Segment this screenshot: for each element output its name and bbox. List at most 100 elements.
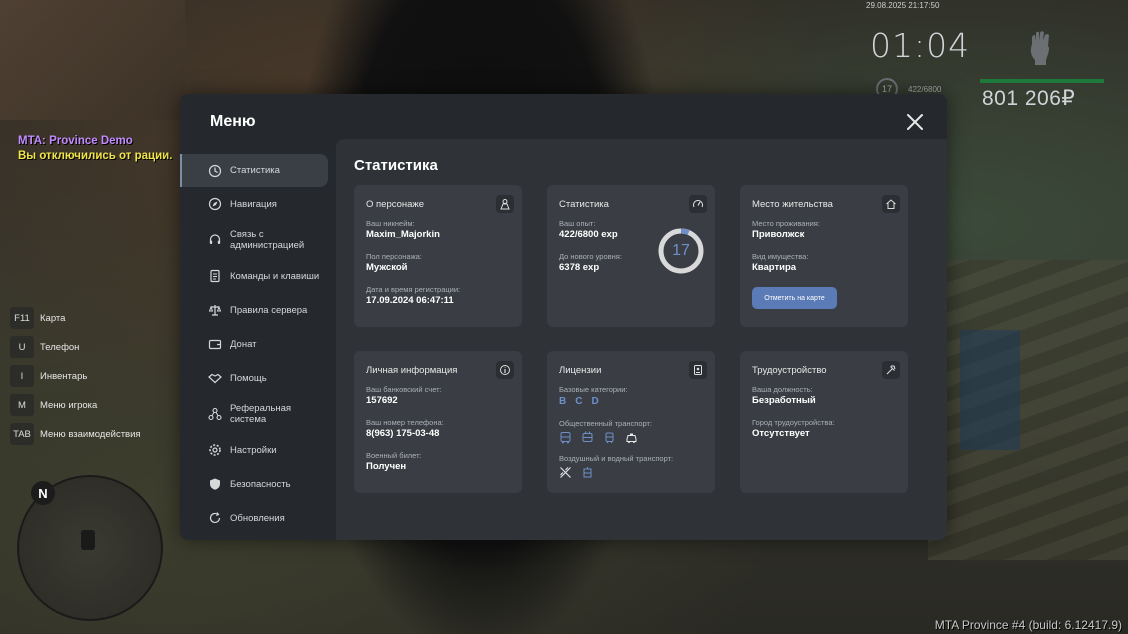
license-category: B (559, 396, 567, 407)
minimap-north-marker: N (31, 481, 55, 505)
scales-icon (208, 305, 222, 316)
house-icon (882, 195, 900, 213)
scene-stairs (928, 260, 1128, 560)
level-number: 17 (672, 242, 690, 259)
bus-icon (560, 432, 571, 444)
handshake-icon (208, 373, 222, 384)
gear-icon (209, 444, 221, 456)
sidebar-item-help[interactable]: Помощь (180, 361, 335, 395)
sidebar-item-label: Помощь (230, 372, 267, 384)
hud-datetime: 29.08.2025 21:17:50 (866, 1, 940, 10)
sidebar-item-label: Связь с администрацией (230, 229, 305, 251)
sidebar-item-updates[interactable]: Обновления (180, 501, 335, 535)
wallet-icon (208, 339, 222, 350)
license-category: D (591, 396, 599, 407)
field-label: Военный билет: (366, 451, 422, 460)
field-value: 157692 (366, 395, 398, 406)
statistics-panel: Статистика О персонаже Ваш никнейм: Maxi… (336, 139, 947, 540)
field-value: Отсутствует (752, 428, 810, 439)
sidebar-item-label: Донат (230, 338, 257, 350)
sidebar-item-rules[interactable]: Правила сервера (180, 293, 335, 327)
field-label: Общественный транспорт: (559, 419, 653, 428)
card-employment: Трудоустройство Ваша должность: Безработ… (740, 351, 908, 493)
license-categories: B C D (559, 396, 703, 407)
hammer-icon (882, 361, 900, 379)
mark-on-map-button[interactable]: Отметить на карте (752, 287, 837, 309)
hud-clock: 01:04 (870, 26, 971, 65)
sidebar-item-navigation[interactable]: Навигация (180, 187, 335, 221)
sidebar-item-referral[interactable]: Реферальная система (180, 395, 335, 433)
close-icon[interactable] (904, 111, 926, 133)
sidebar-item-label: Правила сервера (230, 304, 308, 316)
fist-icon (1030, 31, 1049, 65)
key-box: U (10, 336, 34, 358)
sidebar-item-donate[interactable]: Донат (180, 327, 335, 361)
refresh-icon (209, 512, 221, 524)
sidebar-item-label: Обновления (230, 512, 285, 524)
field-label: Город трудоустройства: (752, 418, 835, 427)
page-title: Статистика (354, 157, 438, 174)
player-menu-window: Меню Статистика Навигация Связь с админи… (180, 94, 947, 540)
card-personal-info: Личная информация Ваш банковский счет: 1… (354, 351, 522, 493)
chat-line: Вы отключились от рации. (18, 150, 173, 162)
sidebar-item-label: Команды и клавиши (230, 270, 320, 282)
card-title: О персонаже (366, 198, 425, 210)
keybind-row: F11 Карта (10, 307, 141, 329)
scene-blue-wall (960, 330, 1020, 450)
field-value: Получен (366, 461, 407, 472)
field-label: Ваш номер телефона: (366, 418, 444, 427)
sidebar-item-label: Статистика (230, 165, 280, 176)
sidebar-item-commands[interactable]: Команды и клавиши (180, 259, 335, 293)
keybind-row: M Меню игрока (10, 394, 141, 416)
keybind-row: I Инвентарь (10, 365, 141, 387)
card-residence: Место жительства Место проживания: Приво… (740, 185, 908, 327)
hud-health-bar (980, 79, 1104, 83)
sidebar-item-settings[interactable]: Настройки (180, 433, 335, 467)
menu-sidebar: Статистика Навигация Связь с администрац… (180, 154, 335, 535)
trolleybus-icon (582, 431, 593, 442)
key-label: Меню взаимодействия (40, 428, 141, 440)
key-box: F11 (10, 307, 34, 329)
sidebar-item-statistics[interactable]: Статистика (180, 154, 328, 187)
compass-icon (208, 197, 222, 211)
field-label: Ваша должность: (752, 385, 813, 394)
hud-exp: 422/6800 (908, 85, 942, 94)
keybind-list: F11 Карта U Телефон I Инвентарь M Меню и… (10, 307, 141, 452)
minimap-player-marker (81, 530, 95, 550)
air-water-licenses (559, 466, 703, 479)
hud-money: 801 206₽ (982, 87, 1076, 110)
sidebar-item-label: Реферальная система (230, 403, 292, 425)
build-info: MTA Province #4 (build: 6.12417.9) (934, 618, 1122, 632)
chat-line: MTA: Province Demo (18, 135, 133, 147)
card-title: Личная информация (366, 364, 458, 376)
sidebar-item-admin-contact[interactable]: Связь с администрацией (180, 221, 335, 259)
sidebar-item-label: Навигация (230, 198, 277, 210)
card-statistics: Статистика Ваш опыт: 422/6800 exp До нов… (547, 185, 715, 327)
field-value: 17.09.2024 06:47:11 (366, 295, 454, 306)
field-value: Квартира (752, 262, 797, 273)
field-value: 8(963) 175-03-48 (366, 428, 440, 439)
scene-window (0, 0, 185, 120)
card-character: О персонаже Ваш никнейм: Maxim_Majorkin … (354, 185, 522, 327)
airplane-icon (560, 467, 571, 478)
chat-box: MTA: Province Demo Вы отключились от рац… (18, 134, 172, 164)
key-box: M (10, 394, 34, 416)
headset-icon (209, 234, 221, 244)
menu-title: Меню (210, 113, 256, 130)
key-label: Инвентарь (40, 370, 88, 382)
keybind-row: U Телефон (10, 336, 141, 358)
field-value: Приволжск (752, 229, 805, 240)
sidebar-item-label: Безопасность (230, 478, 291, 490)
clock-icon (208, 164, 222, 177)
key-label: Телефон (40, 341, 80, 353)
field-label: Ваш банковский счет: (366, 385, 442, 394)
key-box: I (10, 365, 34, 387)
sidebar-item-security[interactable]: Безопасность (180, 467, 335, 501)
field-label: Базовые категории: (559, 385, 628, 394)
license-category: C (575, 396, 583, 407)
card-title: Место жительства (752, 198, 833, 210)
field-label: Ваш никнейм: (366, 219, 415, 228)
field-value: Безработный (752, 395, 816, 406)
taxi-icon (626, 433, 637, 443)
id-card-icon (689, 361, 707, 379)
